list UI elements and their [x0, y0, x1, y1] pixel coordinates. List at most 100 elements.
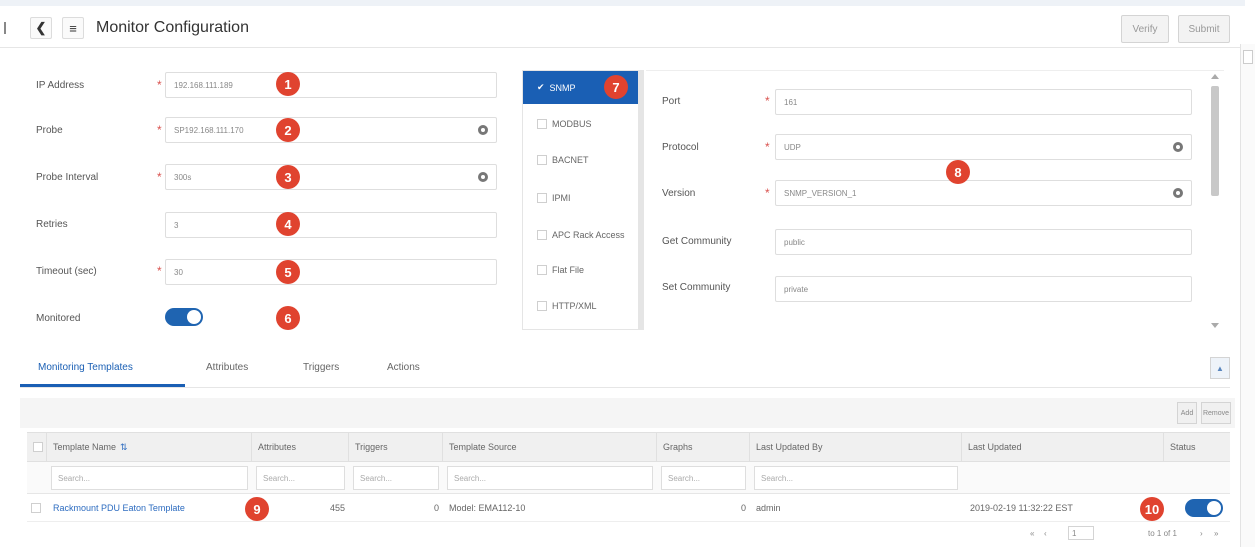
protocol-item-label: Flat File — [552, 264, 585, 275]
checkbox[interactable] — [537, 229, 547, 240]
remove-button[interactable]: Remove — [1201, 402, 1231, 424]
column-header-last-updated[interactable]: Last Updated — [962, 432, 1164, 462]
select-all-checkbox[interactable] — [33, 442, 43, 452]
chevron-up-icon: ▲ — [1216, 363, 1224, 373]
scroll-thumb[interactable] — [1211, 86, 1219, 196]
column-header-template-source[interactable]: Template Source — [443, 432, 657, 462]
row-checkbox[interactable] — [31, 503, 41, 513]
column-label: Template Name — [53, 442, 117, 452]
right-scroll-rail[interactable] — [1240, 44, 1255, 547]
row-select-cell — [31, 500, 41, 516]
search-input-template-name[interactable]: Search... — [51, 466, 248, 490]
gear-icon[interactable] — [478, 125, 488, 135]
gear-icon[interactable] — [478, 172, 488, 182]
column-header-triggers[interactable]: Triggers — [349, 432, 443, 462]
toggle-knob — [1207, 501, 1221, 515]
sort-filter-icon[interactable]: ⇅ — [120, 442, 128, 453]
submit-button[interactable]: Submit — [1178, 15, 1230, 43]
check-icon: ✔ — [537, 82, 545, 92]
gear-icon[interactable] — [1173, 188, 1183, 198]
verify-button[interactable]: Verify — [1121, 15, 1169, 43]
first-page-button[interactable]: « — [1030, 529, 1034, 538]
ip-address-input[interactable]: 192.168.111.189 — [165, 72, 497, 98]
protocol-select[interactable]: UDP — [775, 134, 1192, 160]
last-page-button[interactable]: » — [1214, 529, 1218, 538]
checkbox[interactable] — [537, 264, 547, 275]
timeout-input[interactable]: 30 — [165, 259, 497, 285]
probe-select[interactable]: SP192.168.111.170 — [165, 117, 497, 143]
menu-button[interactable]: ≡ — [62, 17, 84, 39]
scroll-down-icon[interactable] — [1211, 323, 1219, 328]
status-toggle[interactable] — [1185, 499, 1223, 517]
search-input-attributes[interactable]: Search... — [256, 466, 345, 490]
next-page-button[interactable]: › — [1200, 529, 1203, 538]
gear-icon[interactable] — [1173, 142, 1183, 152]
port-input[interactable]: 161 — [775, 89, 1192, 115]
protocol-list-scrollbar[interactable] — [638, 70, 644, 330]
sidebar-handle[interactable] — [4, 22, 7, 34]
protocol-item-flat-file[interactable]: Flat File — [523, 253, 639, 286]
add-button[interactable]: Add — [1177, 402, 1197, 424]
port-label: Port — [662, 96, 681, 107]
monitored-toggle[interactable] — [165, 308, 203, 326]
active-tab-indicator — [20, 384, 185, 387]
template-name-link[interactable]: Rackmount PDU Eaton Template — [53, 500, 185, 516]
search-input-graphs[interactable]: Search... — [661, 466, 746, 490]
toggle-knob — [187, 310, 201, 324]
checkbox[interactable] — [537, 154, 547, 165]
timeout-label: Timeout (sec) — [36, 266, 97, 277]
checkbox[interactable] — [537, 192, 547, 203]
probe-interval-select[interactable]: 300s — [165, 164, 497, 190]
callout-badge: 7 — [604, 75, 628, 99]
protocol-item-bacnet[interactable]: BACNET — [523, 143, 639, 176]
callout-badge: 9 — [245, 497, 269, 521]
callout-badge: 10 — [1140, 497, 1164, 521]
required-mark: * — [765, 186, 770, 200]
tab-triggers[interactable]: Triggers — [303, 362, 339, 373]
required-mark: * — [157, 123, 162, 137]
column-header-last-updated-by[interactable]: Last Updated By — [750, 432, 962, 462]
set-community-input[interactable]: private — [775, 276, 1192, 302]
column-header-attributes[interactable]: Attributes — [252, 432, 349, 462]
page-info: to 1 of 1 — [1148, 529, 1177, 538]
checkbox[interactable] — [537, 118, 547, 129]
protocol-item-ipmi[interactable]: IPMI — [523, 181, 639, 214]
snmp-panel-scrollbar[interactable] — [1208, 72, 1222, 330]
protocol-item-modbus[interactable]: MODBUS — [523, 107, 639, 140]
retries-input[interactable]: 3 — [165, 212, 497, 238]
version-select[interactable]: SNMP_VERSION_1 — [775, 180, 1192, 206]
version-label: Version — [662, 188, 696, 199]
checkbox[interactable] — [537, 300, 547, 311]
page-number-input[interactable]: 1 — [1068, 526, 1094, 540]
graphs-count: 0 — [740, 503, 746, 513]
probe-value: SP192.168.111.170 — [174, 125, 244, 135]
scroll-up-icon[interactable] — [1211, 74, 1219, 79]
tab-actions[interactable]: Actions — [387, 362, 420, 373]
tab-attributes[interactable]: Attributes — [206, 362, 248, 373]
column-header-template-name[interactable]: Template Name ⇅ — [47, 432, 252, 462]
monitored-label: Monitored — [36, 313, 81, 324]
tab-monitoring-templates[interactable]: Monitoring Templates — [38, 362, 133, 373]
prev-page-button[interactable]: ‹ — [1044, 529, 1047, 538]
callout-badge: 6 — [276, 306, 300, 330]
retries-label: Retries — [36, 219, 68, 230]
column-header-status[interactable]: Status — [1164, 432, 1230, 462]
collapse-button[interactable]: ▲ — [1210, 357, 1230, 379]
protocol-item-http-xml[interactable]: HTTP/XML — [523, 289, 639, 322]
tabs-divider — [20, 387, 1230, 388]
protocol-item-label: HTTP/XML — [552, 300, 597, 311]
version-value: SNMP_VERSION_1 — [784, 188, 857, 198]
column-header-graphs[interactable]: Graphs — [657, 432, 750, 462]
triggers-count: 0 — [433, 503, 439, 513]
table-toolbar — [20, 398, 1235, 428]
search-input-template-source[interactable]: Search... — [447, 466, 653, 490]
probe-interval-value: 300s — [174, 172, 192, 182]
get-community-input[interactable]: public — [775, 229, 1192, 255]
menu-icon: ≡ — [69, 20, 77, 36]
page-title: Monitor Configuration — [96, 19, 249, 36]
protocol-item-apc-rack-access[interactable]: APC Rack Access — [523, 218, 639, 251]
search-input-last-updated-by[interactable]: Search... — [754, 466, 958, 490]
required-mark: * — [765, 94, 770, 108]
search-input-triggers[interactable]: Search... — [353, 466, 439, 490]
back-button[interactable]: ❮ — [30, 17, 52, 39]
